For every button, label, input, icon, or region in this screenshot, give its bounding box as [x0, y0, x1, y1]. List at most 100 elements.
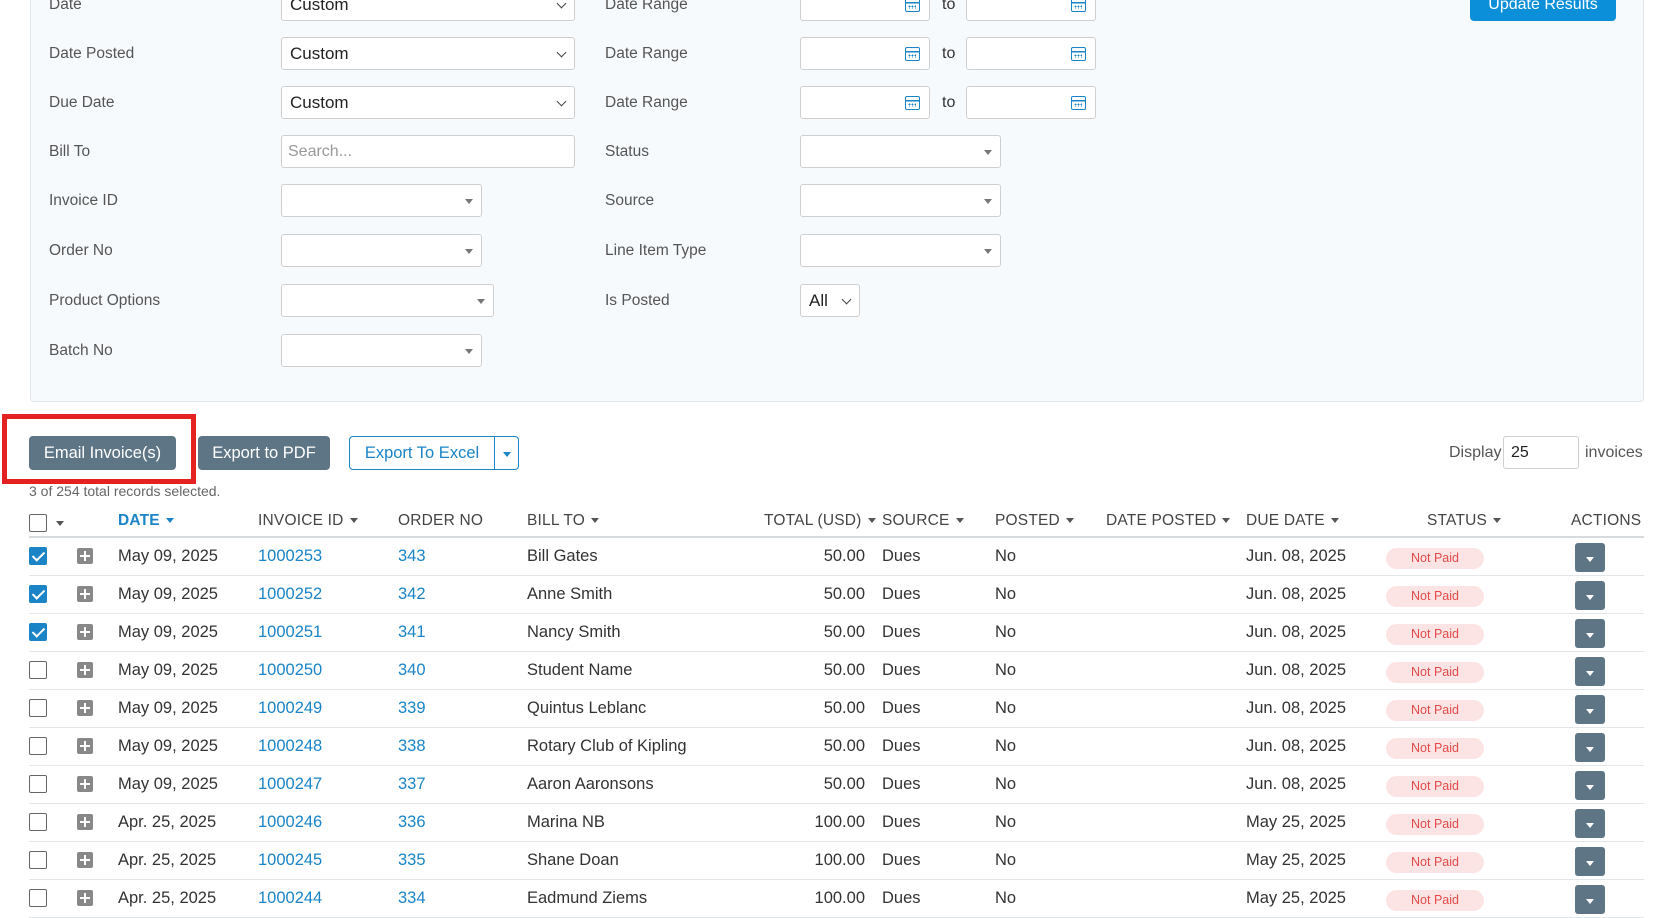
row-checkbox[interactable]	[29, 585, 47, 603]
line-item-type-select[interactable]	[800, 234, 1001, 267]
expand-plus-icon[interactable]	[77, 814, 93, 830]
header-posted[interactable]: POSTED	[995, 512, 1074, 530]
sort-caret-icon	[349, 518, 358, 524]
date-select[interactable]: Custom	[281, 0, 575, 21]
order-no-select[interactable]	[281, 234, 482, 267]
row-actions-dropdown-button[interactable]	[1575, 619, 1605, 648]
cell-invoice-id-link[interactable]: 1000251	[258, 623, 322, 642]
cell-invoice-id-link[interactable]: 1000249	[258, 699, 322, 718]
product-options-select[interactable]	[281, 284, 494, 317]
cell-order-no-link[interactable]: 342	[398, 585, 426, 604]
cell-order-no-link[interactable]: 340	[398, 661, 426, 680]
cell-invoice-id-link[interactable]: 1000247	[258, 775, 322, 794]
cell-invoice-id-link[interactable]: 1000244	[258, 889, 322, 908]
header-date[interactable]: DATE	[118, 512, 174, 530]
expand-plus-icon[interactable]	[77, 852, 93, 868]
table-header: DATE INVOICE ID ORDER NO BILL TO TOTAL (…	[29, 508, 1644, 538]
header-invoice-id[interactable]: INVOICE ID	[258, 512, 358, 530]
calendar-icon[interactable]	[1071, 47, 1086, 61]
due-date-to-input[interactable]	[966, 86, 1096, 119]
row-actions-dropdown-button[interactable]	[1575, 847, 1605, 876]
row-checkbox[interactable]	[29, 699, 47, 717]
cell-order-no-link[interactable]: 337	[398, 775, 426, 794]
expand-plus-icon[interactable]	[77, 776, 93, 792]
date-posted-select[interactable]: Custom	[281, 37, 575, 70]
row-actions-dropdown-button[interactable]	[1575, 543, 1605, 572]
row-actions-dropdown-button[interactable]	[1575, 733, 1605, 762]
cell-invoice-id-link[interactable]: 1000250	[258, 661, 322, 680]
header-date-posted[interactable]: DATE POSTED	[1106, 512, 1231, 530]
cell-order-no-link[interactable]: 334	[398, 889, 426, 908]
bill-to-search-input[interactable]: Search...	[281, 135, 575, 168]
invoice-id-select[interactable]	[281, 184, 482, 217]
cell-order-no-link[interactable]: 335	[398, 851, 426, 870]
header-due-date[interactable]: DUE DATE	[1246, 512, 1339, 530]
row-checkbox[interactable]	[29, 889, 47, 907]
cell-order-no-link[interactable]: 343	[398, 547, 426, 566]
batch-no-label: Batch No	[49, 342, 113, 359]
cell-invoice-id-link[interactable]: 1000248	[258, 737, 322, 756]
cell-order-no-link[interactable]: 339	[398, 699, 426, 718]
batch-no-select[interactable]	[281, 334, 482, 367]
cell-order-no-link[interactable]: 336	[398, 813, 426, 832]
row-actions-dropdown-button[interactable]	[1575, 809, 1605, 838]
row-checkbox[interactable]	[29, 775, 47, 793]
calendar-icon[interactable]	[1071, 0, 1086, 12]
status-select[interactable]	[800, 135, 1001, 168]
row-checkbox[interactable]	[29, 851, 47, 869]
header-status[interactable]: STATUS	[1427, 512, 1502, 530]
row-actions-dropdown-button[interactable]	[1575, 885, 1605, 914]
expand-plus-icon[interactable]	[77, 700, 93, 716]
select-all-dropdown-icon[interactable]	[56, 521, 64, 526]
export-pdf-button[interactable]: Export to PDF	[198, 436, 330, 470]
calendar-icon[interactable]	[905, 47, 920, 61]
expand-plus-icon[interactable]	[77, 738, 93, 754]
to-label: to	[942, 94, 956, 111]
date-posted-from-input[interactable]	[800, 37, 930, 70]
select-all-checkbox[interactable]	[29, 514, 47, 532]
cell-invoice-id-link[interactable]: 1000252	[258, 585, 322, 604]
row-actions-dropdown-button[interactable]	[1575, 581, 1605, 610]
cell-invoice-id-link[interactable]: 1000246	[258, 813, 322, 832]
date-from-input[interactable]	[800, 0, 930, 21]
row-actions-dropdown-button[interactable]	[1575, 771, 1605, 800]
calendar-icon[interactable]	[905, 96, 920, 110]
is-posted-select-value: All	[809, 291, 828, 310]
header-total[interactable]: TOTAL (USD)	[764, 512, 876, 530]
row-checkbox[interactable]	[29, 737, 47, 755]
update-results-button[interactable]: Update Results	[1470, 0, 1616, 21]
display-count-input[interactable]: 25	[1503, 436, 1579, 469]
expand-plus-icon[interactable]	[77, 548, 93, 564]
header-bill-to[interactable]: BILL TO	[527, 512, 599, 530]
expand-plus-icon[interactable]	[77, 624, 93, 640]
cell-invoice-id-link[interactable]: 1000253	[258, 547, 322, 566]
export-excel-dropdown-toggle[interactable]	[494, 436, 519, 470]
row-actions-dropdown-button[interactable]	[1575, 657, 1605, 686]
export-excel-button[interactable]: Export To Excel	[349, 436, 495, 470]
is-posted-select[interactable]: All	[800, 284, 860, 317]
cell-bill-to: Anne Smith	[527, 585, 613, 603]
expand-plus-icon[interactable]	[77, 890, 93, 906]
cell-invoice-id-link[interactable]: 1000245	[258, 851, 322, 870]
expand-plus-icon[interactable]	[77, 586, 93, 602]
cell-total: 50.00	[823, 699, 865, 717]
cell-order-no-link[interactable]: 341	[398, 623, 426, 642]
row-checkbox[interactable]	[29, 547, 47, 565]
dropdown-arrow-icon	[465, 349, 473, 354]
date-to-input[interactable]	[966, 0, 1096, 21]
cell-date: May 09, 2025	[118, 699, 218, 717]
header-source[interactable]: SOURCE	[882, 512, 964, 530]
calendar-icon[interactable]	[1071, 96, 1086, 110]
row-checkbox[interactable]	[29, 623, 47, 641]
due-date-select[interactable]: Custom	[281, 86, 575, 119]
row-checkbox[interactable]	[29, 661, 47, 679]
source-select[interactable]	[800, 184, 1001, 217]
sort-caret-icon	[1493, 518, 1502, 524]
row-actions-dropdown-button[interactable]	[1575, 695, 1605, 724]
row-checkbox[interactable]	[29, 813, 47, 831]
cell-order-no-link[interactable]: 338	[398, 737, 426, 756]
calendar-icon[interactable]	[905, 0, 920, 12]
due-date-from-input[interactable]	[800, 86, 930, 119]
date-posted-to-input[interactable]	[966, 37, 1096, 70]
expand-plus-icon[interactable]	[77, 662, 93, 678]
